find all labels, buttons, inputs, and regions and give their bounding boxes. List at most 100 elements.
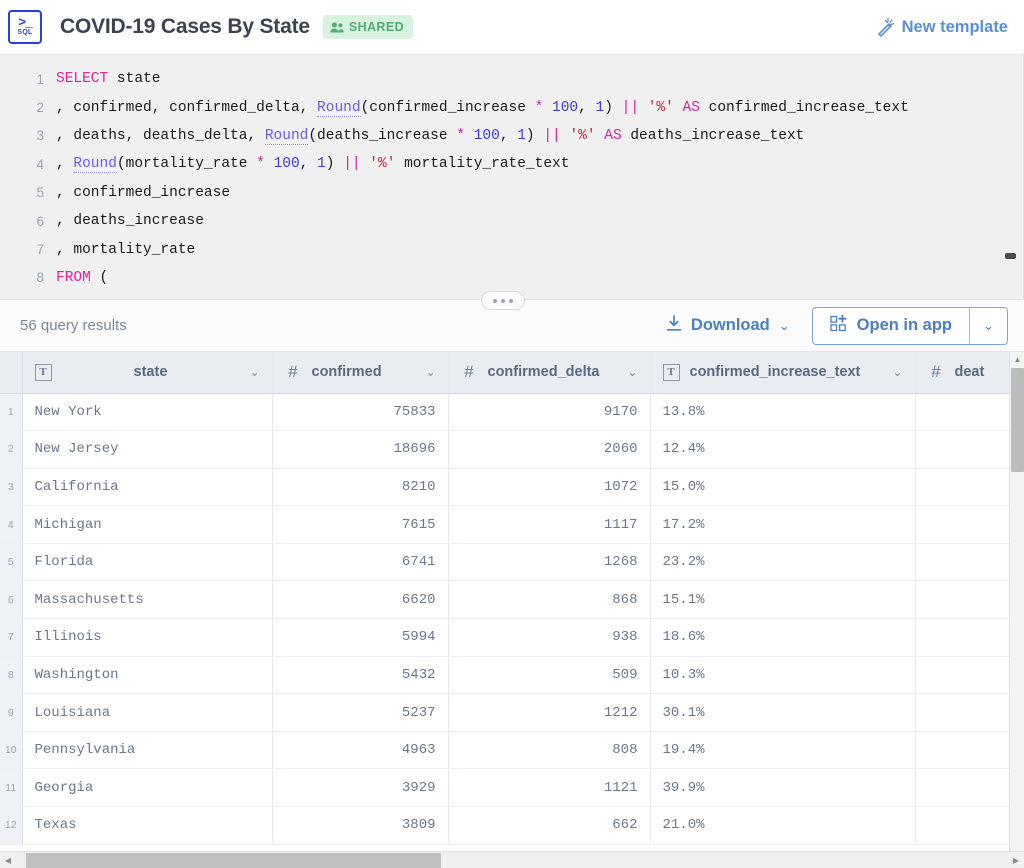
cell-confirmed_increase_text[interactable]: 18.6%	[650, 618, 916, 657]
panel-resize-handle[interactable]	[481, 291, 525, 310]
cell-confirmed[interactable]: 7615	[272, 505, 449, 544]
cell-confirmed[interactable]: 3809	[272, 806, 449, 845]
code-line[interactable]: 8 FROM (	[0, 264, 1024, 292]
chevron-down-icon[interactable]: ⌄	[425, 365, 435, 379]
cell-state[interactable]: New Jersey	[22, 430, 273, 469]
new-template-button[interactable]: New template	[875, 17, 1008, 37]
code-line[interactable]: 1 SELECT state	[0, 65, 1024, 93]
table-row[interactable]: 12 Texas 3809 662 21.0%	[0, 806, 1010, 845]
cell-confirmed_delta[interactable]: 2060	[448, 430, 651, 469]
chevron-down-icon[interactable]: ⌄	[249, 365, 259, 379]
cell-confirmed[interactable]: 5432	[272, 656, 449, 695]
table-row[interactable]: 6 Massachusetts 6620 868 15.1%	[0, 580, 1010, 620]
cell-state[interactable]: Texas	[22, 806, 273, 845]
cell-deat[interactable]	[915, 768, 1010, 808]
cell-confirmed_delta[interactable]: 1212	[448, 693, 651, 732]
cell-state[interactable]: Illinois	[22, 618, 273, 657]
cell-deat[interactable]	[915, 505, 1010, 544]
cell-confirmed[interactable]: 6620	[272, 580, 449, 620]
table-row[interactable]: 2 New Jersey 18696 2060 12.4%	[0, 430, 1010, 469]
cell-confirmed_increase_text[interactable]: 15.0%	[650, 468, 916, 507]
cell-confirmed[interactable]: 6741	[272, 543, 449, 582]
table-row[interactable]: 1 New York 75833 9170 13.8%	[0, 393, 1010, 432]
cell-confirmed_increase_text[interactable]: 17.2%	[650, 505, 916, 544]
cell-confirmed_delta[interactable]: 808	[448, 731, 651, 770]
cell-confirmed_delta[interactable]: 1268	[448, 543, 651, 582]
table-row[interactable]: 8 Washington 5432 509 10.3%	[0, 656, 1010, 695]
cell-confirmed_increase_text[interactable]: 19.4%	[650, 731, 916, 770]
cell-confirmed_delta[interactable]: 1072	[448, 468, 651, 507]
cell-confirmed_increase_text[interactable]: 10.3%	[650, 656, 916, 695]
cell-confirmed_delta[interactable]: 662	[448, 806, 651, 845]
cell-deat[interactable]	[915, 731, 1010, 770]
chevron-down-icon[interactable]: ⌄	[627, 365, 637, 379]
cell-confirmed_increase_text[interactable]: 39.9%	[650, 768, 916, 808]
cell-confirmed[interactable]: 5994	[272, 618, 449, 657]
hscrollbar-thumb[interactable]	[26, 852, 441, 868]
cell-state[interactable]: Georgia	[22, 768, 273, 808]
table-vscrollbar-thumb[interactable]	[1011, 368, 1024, 472]
cell-deat[interactable]	[915, 543, 1010, 582]
sql-code-area[interactable]: 1 SELECT state 2 , confirmed, confirmed_del…	[0, 55, 1024, 292]
table-row[interactable]: 4 Michigan 7615 1117 17.2%	[0, 505, 1010, 544]
cell-confirmed_increase_text[interactable]: 13.8%	[650, 393, 916, 432]
cell-confirmed[interactable]: 3929	[272, 768, 449, 808]
column-header-confirmed_increase_text[interactable]: Tconfirmed_increase_text ⌄	[650, 352, 916, 394]
cell-deat[interactable]	[915, 430, 1010, 469]
code-line[interactable]: 4, Round(mortality_rate * 100, 1) || '%'…	[0, 150, 1024, 178]
sql-editor[interactable]: 1 SELECT state 2 , confirmed, confirmed_del…	[0, 55, 1024, 300]
table-row[interactable]: 5 Florida 6741 1268 23.2%	[0, 543, 1010, 582]
chevron-down-icon[interactable]: ⌄	[779, 318, 790, 334]
cell-state[interactable]: Massachusetts	[22, 580, 273, 620]
cell-confirmed[interactable]: 8210	[272, 468, 449, 507]
cell-deat[interactable]	[915, 468, 1010, 507]
code-line[interactable]: 5 , confirmed_increase	[0, 179, 1024, 207]
cell-confirmed_delta[interactable]: 1117	[448, 505, 651, 544]
cell-state[interactable]: Michigan	[22, 505, 273, 544]
cell-confirmed_delta[interactable]: 509	[448, 656, 651, 695]
cell-confirmed_increase_text[interactable]: 15.1%	[650, 580, 916, 620]
code-line[interactable]: 7 , mortality_rate	[0, 235, 1024, 263]
scroll-right-arrow-icon[interactable]: ▶	[1008, 852, 1024, 868]
column-header-confirmed[interactable]: # confirmed ⌄	[272, 352, 449, 394]
column-header-deat[interactable]: # deat	[915, 352, 1010, 394]
cell-confirmed[interactable]: 18696	[272, 430, 449, 469]
table-horizontal-scrollbar[interactable]: ◀ ▶	[0, 851, 1024, 868]
open-in-app-main[interactable]: Open in app	[813, 308, 969, 344]
cell-deat[interactable]	[915, 656, 1010, 695]
scroll-left-arrow-icon[interactable]: ◀	[0, 852, 16, 868]
scroll-up-arrow-icon[interactable]: ▲	[1010, 352, 1024, 367]
table-row[interactable]: 10 Pennsylvania 4963 808 19.4%	[0, 731, 1010, 770]
cell-confirmed[interactable]: 5237	[272, 693, 449, 732]
hscrollbar-track[interactable]	[16, 851, 1008, 868]
code-line[interactable]: 6 , deaths_increase	[0, 207, 1024, 235]
table-row[interactable]: 7 Illinois 5994 938 18.6%	[0, 618, 1010, 657]
cell-confirmed_delta[interactable]: 868	[448, 580, 651, 620]
cell-deat[interactable]	[915, 393, 1010, 432]
cell-confirmed_delta[interactable]: 938	[448, 618, 651, 657]
table-row[interactable]: 11 Georgia 3929 1121 39.9%	[0, 768, 1010, 808]
open-in-app-button[interactable]: Open in app ⌄	[811, 306, 1008, 345]
code-line[interactable]: 3 , deaths, deaths_delta, Round(deaths_in…	[0, 122, 1024, 150]
table-row[interactable]: 9 Louisiana 5237 1212 30.1%	[0, 693, 1010, 732]
cell-confirmed_delta[interactable]: 9170	[448, 393, 651, 432]
table-vertical-scrollbar[interactable]: ▲ ▼	[1009, 352, 1024, 868]
column-header-state[interactable]: Tstate ⌄	[22, 352, 273, 394]
cell-deat[interactable]	[915, 806, 1010, 845]
cell-confirmed_increase_text[interactable]: 23.2%	[650, 543, 916, 582]
cell-confirmed_increase_text[interactable]: 21.0%	[650, 806, 916, 845]
chevron-down-icon[interactable]: ⌄	[892, 365, 902, 379]
cell-confirmed_increase_text[interactable]: 12.4%	[650, 430, 916, 469]
column-header-confirmed_delta[interactable]: # confirmed_delta ⌄	[448, 352, 651, 394]
cell-deat[interactable]	[915, 618, 1010, 657]
cell-state[interactable]: Louisiana	[22, 693, 273, 732]
cell-state[interactable]: Washington	[22, 656, 273, 695]
table-row[interactable]: 3 California 8210 1072 15.0%	[0, 468, 1010, 507]
download-button[interactable]: Download ⌄	[666, 314, 790, 337]
open-in-app-dropdown[interactable]: ⌄	[969, 307, 1007, 344]
cell-confirmed_increase_text[interactable]: 30.1%	[650, 693, 916, 732]
editor-scrollbar-thumb[interactable]	[1005, 253, 1016, 259]
code-line[interactable]: 2 , confirmed, confirmed_delta, Round(con…	[0, 93, 1024, 121]
cell-confirmed_delta[interactable]: 1121	[448, 768, 651, 808]
cell-state[interactable]: Florida	[22, 543, 273, 582]
